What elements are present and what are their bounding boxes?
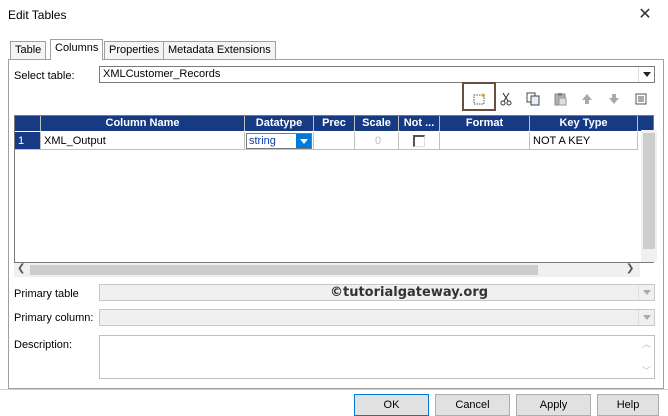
not-null-checkbox[interactable] <box>413 135 425 147</box>
description-textarea[interactable]: ︿ ﹀ <box>99 335 655 379</box>
row-num-header <box>15 116 41 131</box>
vertical-scrollbar[interactable] <box>641 130 657 262</box>
column-header-not-null[interactable]: Not ... <box>399 116 440 131</box>
not-null-cell[interactable] <box>399 132 440 150</box>
footer-divider <box>0 389 668 390</box>
close-icon[interactable]: ✕ <box>630 4 660 26</box>
ok-button[interactable]: OK <box>354 394 429 416</box>
select-table-dropdown[interactable]: XMLCustomer_Records <box>99 66 655 83</box>
primary-column-dropdown <box>99 309 655 326</box>
scroll-down-icon[interactable]: ﹀ <box>642 364 651 377</box>
chevron-down-icon[interactable] <box>296 134 311 148</box>
columns-grid: Column Name Datatype Prec Scale Not ... … <box>14 115 654 263</box>
title-bar: Edit Tables ✕ <box>0 0 668 30</box>
column-name-cell[interactable]: XML_Output <box>41 132 245 150</box>
datatype-value: string <box>249 135 276 147</box>
horizontal-scroll-thumb[interactable] <box>30 265 538 275</box>
apply-button[interactable]: Apply <box>516 394 591 416</box>
column-header-scale[interactable]: Scale <box>355 116 399 131</box>
copy-icon[interactable] <box>524 90 542 108</box>
vertical-scroll-thumb[interactable] <box>643 133 655 249</box>
column-header-name[interactable]: Column Name <box>41 116 245 131</box>
key-type-cell[interactable]: NOT A KEY <box>530 132 638 150</box>
chevron-down-icon <box>638 285 654 300</box>
primary-table-label: Primary table <box>14 288 79 300</box>
format-cell[interactable] <box>440 132 530 150</box>
chevron-down-icon[interactable] <box>638 67 654 82</box>
column-header-prec[interactable]: Prec <box>314 116 355 131</box>
cancel-button[interactable]: Cancel <box>435 394 510 416</box>
new-column-icon[interactable] <box>470 90 488 108</box>
prec-cell[interactable] <box>314 132 355 150</box>
primary-column-label: Primary column: <box>14 312 94 324</box>
column-header-key-type[interactable]: Key Type <box>530 116 638 131</box>
tab-table[interactable]: Table <box>10 41 47 59</box>
tab-columns[interactable]: Columns <box>50 39 104 60</box>
scale-cell[interactable]: 0 <box>355 132 399 150</box>
scroll-up-icon[interactable]: ︿ <box>642 337 651 350</box>
import-icon[interactable] <box>632 90 650 108</box>
datatype-cell[interactable]: string <box>245 132 314 150</box>
select-table-label: Select table: <box>14 70 75 82</box>
window-title: Edit Tables <box>8 8 67 22</box>
column-header-format[interactable]: Format <box>440 116 530 131</box>
cut-icon[interactable] <box>497 90 515 108</box>
description-label: Description: <box>14 339 73 351</box>
help-button[interactable]: Help <box>597 394 659 416</box>
column-header-datatype[interactable]: Datatype <box>245 116 314 131</box>
move-down-icon[interactable] <box>605 90 623 108</box>
tab-properties[interactable]: Properties <box>104 41 165 59</box>
tab-metadata-extensions[interactable]: Metadata Extensions <box>163 41 276 59</box>
chevron-down-icon <box>638 310 654 325</box>
row-number: 1 <box>15 132 41 150</box>
horizontal-scrollbar[interactable]: ❮ ❯ <box>14 263 640 277</box>
header-filler <box>638 116 653 131</box>
select-table-value: XMLCustomer_Records <box>103 68 221 80</box>
paste-icon[interactable] <box>551 90 569 108</box>
watermark: ©tutorialgateway.org <box>330 285 489 300</box>
scroll-left-icon[interactable]: ❮ <box>17 263 25 274</box>
move-up-icon[interactable] <box>578 90 596 108</box>
scroll-right-icon[interactable]: ❯ <box>626 263 634 274</box>
